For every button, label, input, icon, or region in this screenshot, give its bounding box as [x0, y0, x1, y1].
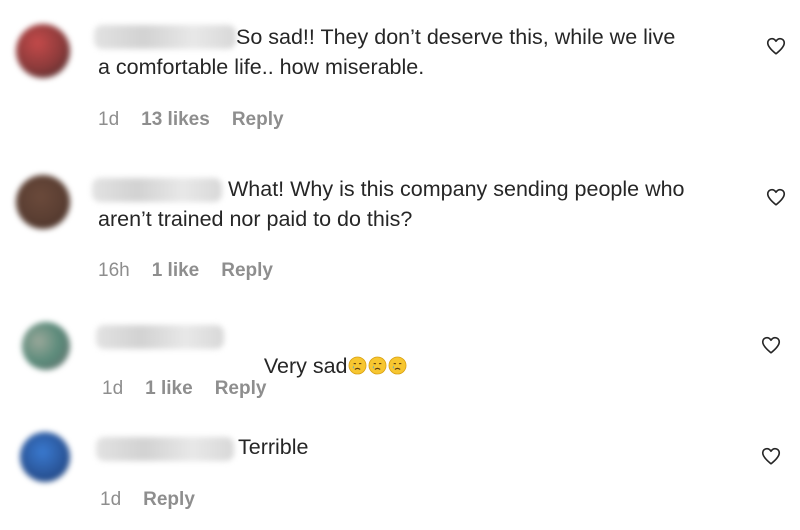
- likes-count[interactable]: 1 like: [145, 377, 193, 401]
- comment-time: 1d: [100, 489, 122, 510]
- heart-icon[interactable]: [765, 186, 787, 208]
- heart-icon[interactable]: [760, 334, 782, 356]
- reply-button[interactable]: Reply: [232, 108, 284, 132]
- heart-icon[interactable]: [760, 445, 782, 467]
- comment-meta: 16h 1 like Reply: [98, 259, 273, 283]
- reply-button[interactable]: Reply: [221, 259, 273, 283]
- likes-count[interactable]: 13 likes: [141, 108, 210, 132]
- comment-time: 1d: [98, 109, 120, 130]
- comment-time: 1d: [102, 378, 124, 399]
- username-blurred[interactable]: [96, 325, 224, 349]
- avatar[interactable]: [22, 322, 70, 370]
- comment-meta: 1d 1 like Reply: [102, 377, 266, 401]
- reply-button[interactable]: Reply: [143, 488, 195, 512]
- comment-text: Terrible: [238, 435, 309, 459]
- reply-button[interactable]: Reply: [215, 377, 267, 401]
- comments-list: So sad!! They don’t deserve this, while …: [0, 0, 800, 530]
- avatar[interactable]: [16, 175, 70, 229]
- crying-face-emoji: [388, 356, 406, 375]
- comment-text: So sad!! They don’t deserve this, while …: [98, 25, 676, 79]
- avatar[interactable]: [16, 24, 70, 78]
- comment-time: 16h: [98, 260, 130, 281]
- crying-face-emoji: [368, 356, 386, 375]
- likes-count[interactable]: 1 like: [152, 259, 200, 283]
- username-blurred[interactable]: [96, 437, 234, 461]
- comment-text: Very sad: [228, 321, 528, 411]
- heart-icon[interactable]: [765, 35, 787, 57]
- comment-meta: 1d 13 likes Reply: [98, 108, 284, 132]
- comment-text-content: Very sad: [263, 354, 348, 378]
- crying-face-emoji: [348, 356, 366, 375]
- comment-text: What! Why is this company sending people…: [98, 177, 685, 231]
- comment-meta: 1d Reply: [100, 488, 195, 512]
- avatar[interactable]: [20, 432, 70, 482]
